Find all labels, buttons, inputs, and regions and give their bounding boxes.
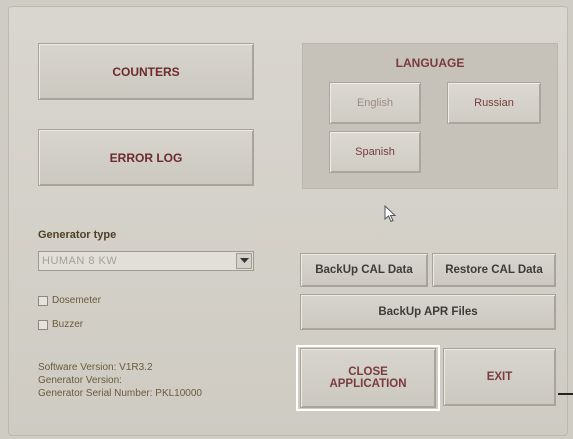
backup-cal-data-button[interactable]: BackUp CAL Data xyxy=(300,253,428,287)
buzzer-label: Buzzer xyxy=(52,319,84,330)
language-russian-label: Russian xyxy=(474,97,514,109)
language-panel: LANGUAGE English Russian Spanish xyxy=(302,43,558,189)
exit-button[interactable]: EXIT xyxy=(443,348,556,406)
mouse-pointer-icon xyxy=(384,205,397,223)
language-english-button[interactable]: English xyxy=(329,82,421,124)
edge-line xyxy=(558,393,573,395)
generator-type-select[interactable]: HUMAN 8 KW xyxy=(38,251,254,271)
focus-highlight xyxy=(296,345,440,411)
dropdown-arrow-button[interactable] xyxy=(236,253,252,269)
buzzer-checkbox[interactable] xyxy=(38,319,48,330)
dosemeter-checkbox-row[interactable]: Dosemeter xyxy=(38,295,101,306)
generator-version-text: Generator Version: xyxy=(38,375,122,386)
generator-type-label: Generator type xyxy=(38,229,117,241)
exit-label: EXIT xyxy=(486,371,513,383)
backup-apr-files-button[interactable]: BackUp APR Files xyxy=(300,294,556,330)
restore-cal-data-label: Restore CAL Data xyxy=(445,264,543,276)
language-title: LANGUAGE xyxy=(395,56,465,70)
dosemeter-label: Dosemeter xyxy=(52,295,101,306)
dropdown-arrow-icon xyxy=(239,258,249,263)
buzzer-checkbox-row[interactable]: Buzzer xyxy=(38,319,83,330)
generator-type-value: HUMAN 8 KW xyxy=(42,255,118,267)
language-russian-button[interactable]: Russian xyxy=(447,82,541,124)
software-version-text: Software Version: V1R3.2 xyxy=(38,362,153,373)
backup-apr-files-label: BackUp APR Files xyxy=(378,306,478,318)
backup-cal-data-label: BackUp CAL Data xyxy=(315,264,413,276)
dosemeter-checkbox[interactable] xyxy=(38,295,48,306)
error-log-button[interactable]: ERROR LOG xyxy=(38,129,254,186)
restore-cal-data-button[interactable]: Restore CAL Data xyxy=(432,253,556,287)
language-english-label: English xyxy=(356,97,394,109)
generator-serial-text: Generator Serial Number: PKL10000 xyxy=(38,388,202,399)
language-spanish-label: Spanish xyxy=(355,146,395,158)
counters-button[interactable]: COUNTERS xyxy=(38,43,254,100)
error-log-label: ERROR LOG xyxy=(109,150,183,165)
language-spanish-button[interactable]: Spanish xyxy=(329,131,421,173)
counters-label: COUNTERS xyxy=(112,64,180,79)
